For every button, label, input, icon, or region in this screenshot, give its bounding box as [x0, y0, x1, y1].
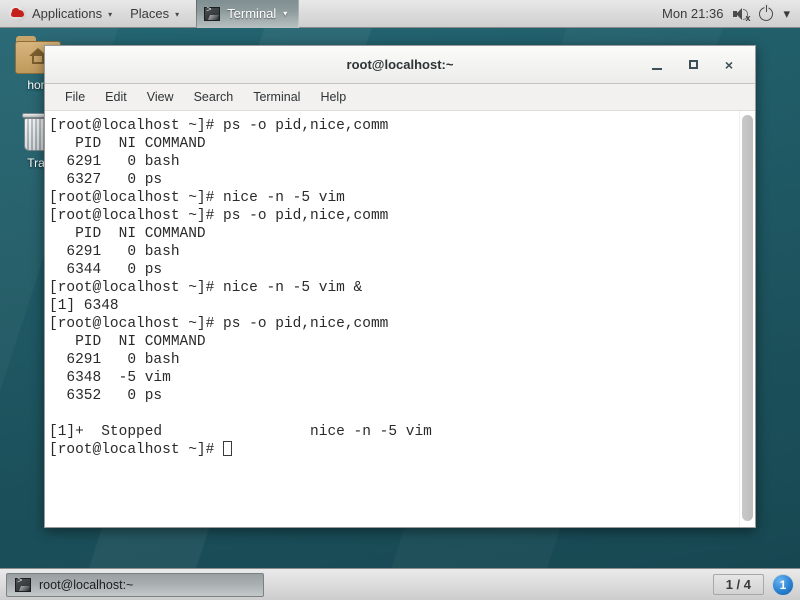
workspace-switcher[interactable]: 1 / 4 [712, 574, 764, 595]
applications-menu-label: Applications [32, 6, 103, 21]
menu-item-view[interactable]: View [137, 87, 184, 107]
menu-item-edit[interactable]: Edit [95, 87, 137, 107]
menu-item-file[interactable]: File [55, 87, 95, 107]
applications-menu[interactable]: Applications ▾ [0, 0, 121, 28]
window-menu-label: Terminal [227, 6, 277, 21]
taskbar: root@localhost:~ 1 / 4 1 [0, 568, 800, 600]
speaker-muted-icon[interactable]: x [733, 7, 750, 22]
terminal-icon [204, 5, 221, 21]
window-controls: × [649, 57, 755, 73]
terminal-menubar: File Edit View Search Terminal Help [45, 84, 755, 111]
panel-status-area: Mon 21:36 x ▾ [662, 0, 800, 28]
top-panel: Applications ▾ Places ▾ Terminal ▾ Mon 2… [0, 0, 800, 28]
chevron-down-icon: ▾ [175, 10, 180, 19]
terminal-scrollbar-track[interactable] [739, 111, 755, 527]
terminal-window[interactable]: root@localhost:~ × File Edit View Search… [44, 45, 756, 528]
terminal-output-text: [root@localhost ~]# ps -o pid,nice,comm … [49, 118, 432, 458]
chevron-down-icon: ▾ [108, 10, 113, 19]
menu-item-terminal[interactable]: Terminal [243, 87, 310, 107]
clock[interactable]: Mon 21:36 [662, 6, 723, 21]
terminal-icon [15, 576, 31, 592]
places-menu[interactable]: Places ▾ [121, 0, 188, 28]
taskbar-window-button-label: root@localhost:~ [39, 577, 134, 592]
terminal-body[interactable]: [root@localhost ~]# ps -o pid,nice,comm … [45, 111, 755, 527]
places-menu-label: Places [130, 6, 170, 21]
taskbar-window-button-terminal[interactable]: root@localhost:~ [6, 572, 264, 597]
terminal-cursor [223, 441, 233, 456]
minimize-button[interactable] [649, 57, 665, 73]
chevron-down-icon[interactable]: ▾ [783, 6, 790, 22]
power-icon[interactable] [759, 4, 774, 21]
menu-item-search[interactable]: Search [184, 87, 244, 107]
close-button[interactable]: × [721, 57, 737, 73]
maximize-button[interactable] [685, 57, 701, 73]
window-list-menu-terminal[interactable]: Terminal ▾ [196, 0, 300, 28]
chevron-down-icon: ▾ [283, 9, 288, 18]
terminal-scrollbar-thumb[interactable] [742, 115, 753, 521]
redhat-logo-icon [9, 5, 26, 22]
terminal-output[interactable]: [root@localhost ~]# ps -o pid,nice,comm … [45, 111, 739, 527]
notification-badge[interactable]: 1 [772, 573, 794, 596]
menu-item-help[interactable]: Help [310, 87, 356, 107]
window-titlebar[interactable]: root@localhost:~ × [45, 46, 755, 84]
